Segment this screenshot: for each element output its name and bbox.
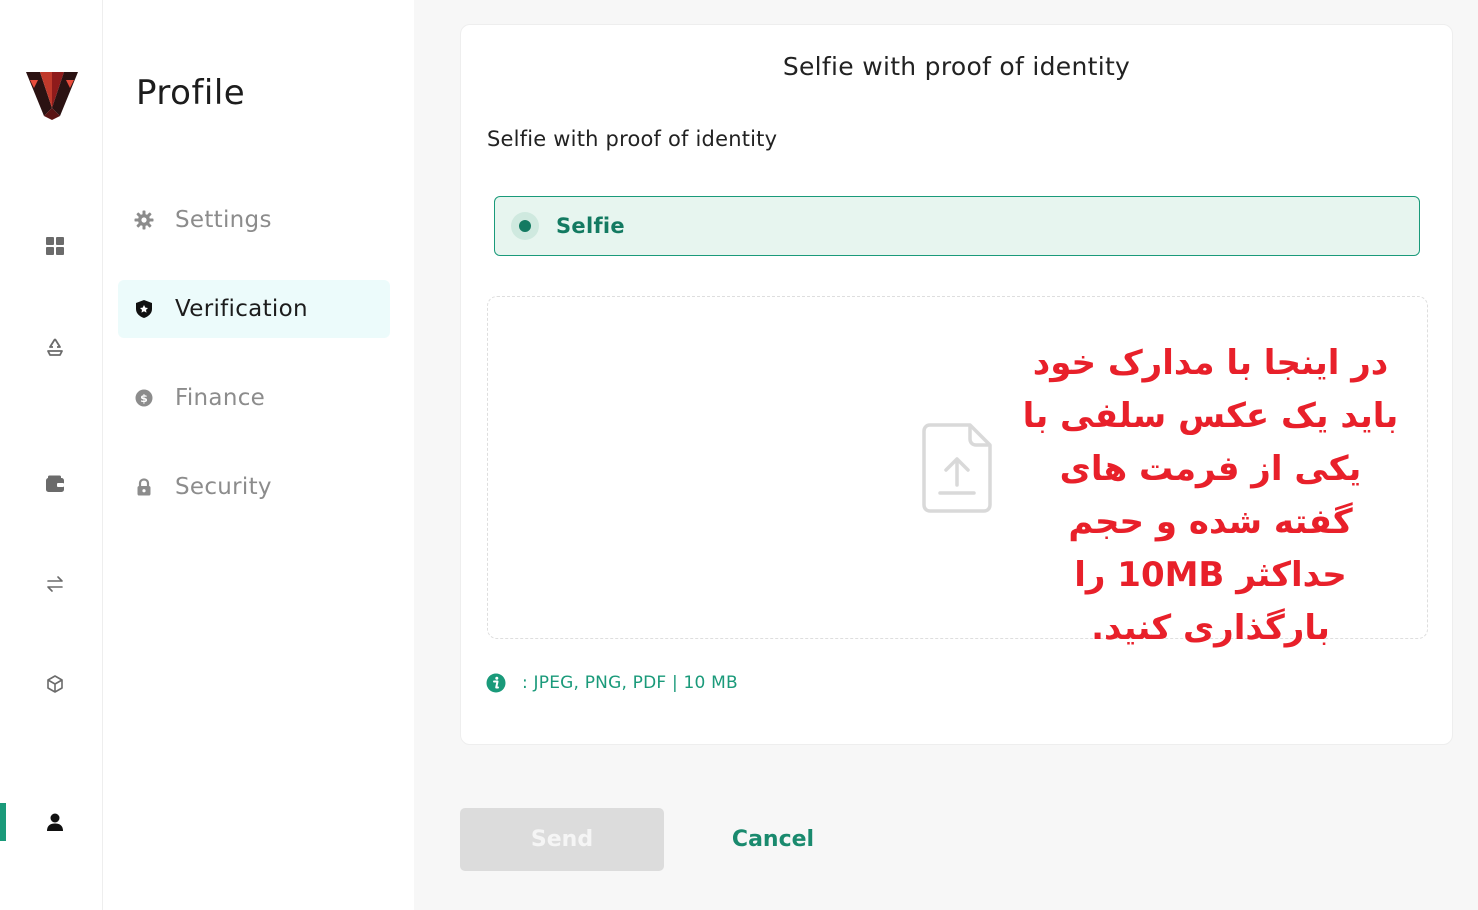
selfie-option[interactable]: Selfie bbox=[494, 196, 1420, 256]
shield-icon bbox=[134, 299, 154, 319]
info-text: : JPEG, PNG, PDF | 10 MB bbox=[522, 673, 738, 693]
sidebar-item-label: Settings bbox=[175, 207, 272, 233]
sidebar-item-security[interactable]: Security bbox=[118, 458, 390, 516]
sidebar-title: Profile bbox=[136, 73, 246, 113]
radio-dot bbox=[519, 220, 531, 232]
option-label: Selfie bbox=[556, 214, 625, 238]
section-label: Selfie with proof of identity bbox=[487, 127, 778, 151]
cube-icon[interactable] bbox=[40, 669, 70, 699]
coin-icon: $ bbox=[134, 388, 154, 408]
gear-icon bbox=[134, 210, 154, 230]
sidebar-item-label: Verification bbox=[175, 296, 308, 322]
user-icon[interactable] bbox=[40, 807, 70, 837]
verification-card: Selfie with proof of identity Selfie wit… bbox=[460, 24, 1453, 745]
dashboard-icon[interactable] bbox=[40, 231, 70, 261]
upload-dropzone[interactable]: در اینجا با مدارک خود باید یک عکس سلفی ب… bbox=[487, 296, 1428, 648]
send-button[interactable]: Send bbox=[460, 808, 664, 871]
sidebar-item-finance[interactable]: $ Finance bbox=[118, 369, 390, 427]
exchange-icon[interactable] bbox=[40, 569, 70, 599]
file-upload-icon bbox=[920, 421, 994, 515]
card-title: Selfie with proof of identity bbox=[782, 52, 1131, 81]
info-icon bbox=[486, 673, 506, 693]
rail-active-indicator bbox=[0, 803, 6, 841]
sidebar-item-verification[interactable]: Verification bbox=[118, 280, 390, 338]
icon-rail bbox=[0, 0, 103, 910]
radio-button[interactable] bbox=[511, 212, 539, 240]
cancel-button[interactable]: Cancel bbox=[700, 808, 846, 871]
annotation-text: در اینجا با مدارک خود باید یک عکس سلفی ب… bbox=[1022, 343, 1399, 648]
file-requirements: : JPEG, PNG, PDF | 10 MB bbox=[486, 673, 738, 693]
lock-icon bbox=[134, 477, 154, 497]
sidebar-item-settings[interactable]: Settings bbox=[118, 191, 390, 249]
svg-text:$: $ bbox=[140, 392, 148, 405]
sidebar-item-label: Finance bbox=[175, 385, 266, 411]
profile-sidebar: Profile Settings Verification $ Finance … bbox=[103, 0, 414, 910]
logo[interactable] bbox=[24, 70, 80, 120]
recycle-icon[interactable] bbox=[40, 332, 70, 362]
wallet-icon[interactable] bbox=[40, 469, 70, 499]
sidebar-item-label: Security bbox=[175, 474, 272, 500]
